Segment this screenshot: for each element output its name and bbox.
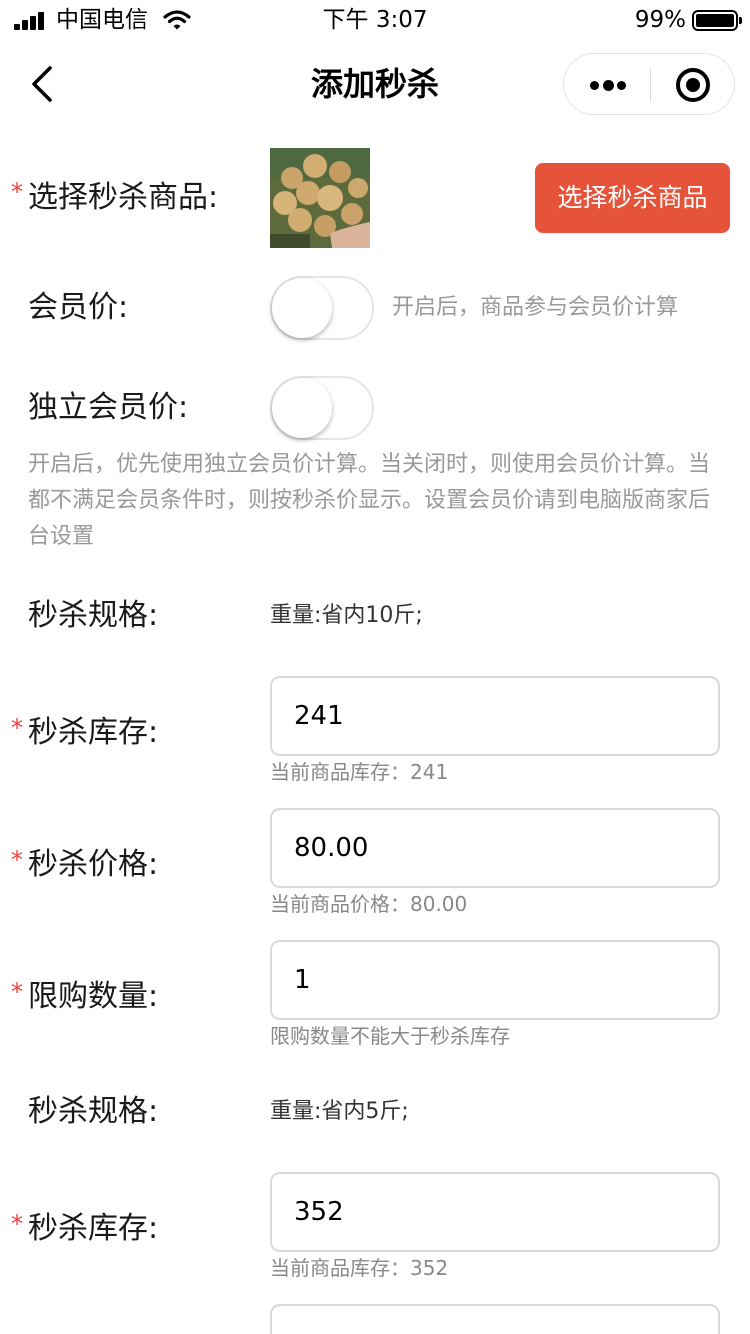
more-menu-icon[interactable] bbox=[564, 54, 650, 114]
stock-input[interactable]: 352 bbox=[270, 1172, 720, 1252]
mini-program-capsule bbox=[563, 53, 735, 115]
independent-member-price-label: 独立会员价: bbox=[28, 390, 189, 425]
battery-percentage: 99% bbox=[634, 7, 686, 33]
required-mark: * bbox=[11, 1210, 23, 1238]
independent-member-price-hint: 开启后，优先使用独立会员价计算。当关闭时，则使用会员价计算。当都不满足会员条件时… bbox=[28, 452, 711, 549]
battery-icon bbox=[692, 10, 742, 31]
stock-label: 秒杀库存: bbox=[28, 1211, 159, 1246]
price-label: 秒杀价格: bbox=[28, 847, 159, 882]
nav-bar: 添加秒杀 bbox=[0, 40, 750, 128]
product-thumbnail[interactable] bbox=[270, 148, 370, 248]
spec-value: 重量:省内10斤; bbox=[270, 603, 423, 628]
stock-label: 秒杀库存: bbox=[28, 715, 159, 750]
price-input[interactable] bbox=[270, 1304, 720, 1334]
price-input[interactable]: 80.00 bbox=[270, 808, 720, 888]
price-hint: 当前商品价格：80.00 bbox=[270, 892, 468, 916]
required-mark: * bbox=[11, 714, 23, 742]
product-label: 选择秒杀商品: bbox=[28, 180, 219, 215]
purchase-limit-hint: 限购数量不能大于秒杀库存 bbox=[270, 1024, 510, 1048]
spec-label: 秒杀规格: bbox=[28, 598, 159, 633]
stock-hint: 当前商品库存：352 bbox=[270, 1256, 449, 1280]
required-mark: * bbox=[11, 978, 23, 1006]
close-capsule-icon[interactable] bbox=[676, 68, 710, 102]
member-price-hint: 开启后，商品参与会员价计算 bbox=[392, 295, 679, 320]
spec-label: 秒杀规格: bbox=[28, 1094, 159, 1129]
status-bar: 中国电信 下午 3:07 99% bbox=[0, 0, 750, 40]
member-price-label: 会员价: bbox=[28, 290, 129, 325]
stock-input[interactable]: 241 bbox=[270, 676, 720, 756]
capsule-divider bbox=[650, 68, 651, 102]
purchase-limit-input[interactable]: 1 bbox=[270, 940, 720, 1020]
select-product-button[interactable]: 选择秒杀商品 bbox=[535, 163, 730, 233]
member-price-toggle[interactable] bbox=[270, 276, 374, 340]
spec-value: 重量:省内5斤; bbox=[270, 1099, 409, 1124]
required-mark: * bbox=[11, 846, 23, 874]
purchase-limit-label: 限购数量: bbox=[28, 979, 159, 1014]
stock-hint: 当前商品库存：241 bbox=[270, 760, 449, 784]
independent-member-price-toggle[interactable] bbox=[270, 376, 374, 440]
required-mark: * bbox=[11, 178, 23, 206]
